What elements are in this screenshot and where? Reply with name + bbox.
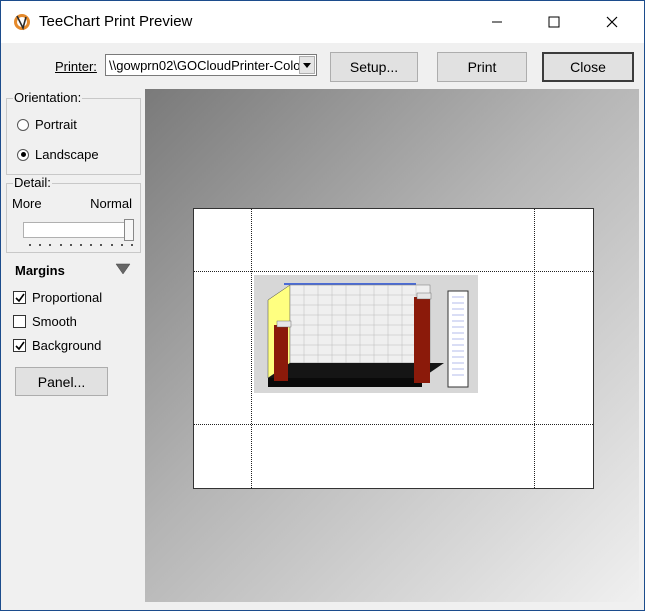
margin-top-line[interactable]: [194, 271, 593, 272]
chart-thumbnail: [254, 275, 478, 393]
panel-button[interactable]: Panel...: [15, 367, 108, 396]
smooth-checkbox[interactable]: Smooth: [13, 314, 77, 329]
print-preview-area[interactable]: [145, 89, 639, 602]
margin-right-line[interactable]: [534, 209, 535, 488]
checkmark-icon: [14, 341, 25, 350]
close-icon: [606, 16, 618, 28]
proportional-checkbox[interactable]: Proportional: [13, 290, 102, 305]
orientation-title: Orientation:: [13, 90, 83, 105]
margin-bottom-line[interactable]: [194, 424, 593, 425]
dropdown-arrow[interactable]: [299, 56, 315, 74]
orientation-group: Orientation: Portrait Landscape: [6, 90, 141, 175]
margin-left-line[interactable]: [251, 209, 252, 488]
collapse-margins-icon[interactable]: [115, 263, 131, 275]
close-button[interactable]: Close: [542, 52, 634, 82]
radio-portrait-control[interactable]: [17, 118, 29, 131]
window-title: TeeChart Print Preview: [39, 13, 193, 30]
setup-button[interactable]: Setup...: [330, 52, 418, 82]
title-bar[interactable]: TeeChart Print Preview: [1, 1, 644, 43]
close-window-button[interactable]: [589, 1, 635, 43]
minimize-icon: [492, 21, 502, 23]
detail-slider-thumb[interactable]: [124, 219, 134, 241]
detail-slider-track[interactable]: [23, 222, 131, 238]
detail-slider-ticks: [29, 244, 133, 247]
maximize-icon: [548, 16, 560, 28]
detail-group: Detail: More Normal: [6, 175, 141, 253]
chevron-down-icon: [303, 62, 311, 68]
detail-title: Detail:: [13, 175, 52, 190]
checkbox-background-control[interactable]: [13, 339, 26, 352]
maximize-button[interactable]: [531, 1, 577, 43]
chart-bar-right: [414, 297, 430, 383]
teechart-app-icon: [14, 14, 30, 31]
printer-select[interactable]: \\gowprn02\GOCloudPrinter-Color: [105, 54, 317, 76]
background-checkbox[interactable]: Background: [13, 338, 101, 353]
print-button[interactable]: Print: [437, 52, 527, 82]
minimize-button[interactable]: [474, 1, 520, 43]
landscape-label: Landscape: [35, 147, 99, 162]
toolbar: Printer: \\gowprn02\GOCloudPrinter-Color…: [1, 43, 644, 89]
chart-bar-left: [274, 325, 288, 381]
radio-selected-dot: [20, 152, 26, 157]
portrait-radio[interactable]: Portrait: [17, 117, 77, 132]
proportional-label: Proportional: [32, 290, 103, 305]
printer-label: Printer:: [55, 59, 97, 74]
radio-landscape-control[interactable]: [17, 148, 29, 161]
paper-page: [193, 208, 594, 489]
chart-floor-front: [268, 378, 422, 387]
background-label: Background: [32, 338, 102, 353]
portrait-label: Portrait: [35, 117, 77, 132]
smooth-label: Smooth: [32, 314, 77, 329]
landscape-radio[interactable]: Landscape: [17, 147, 99, 162]
checkbox-proportional-control[interactable]: [13, 291, 26, 304]
printer-select-value: \\gowprn02\GOCloudPrinter-Color: [109, 58, 299, 73]
options-panel: Orientation: Portrait Landscape Detail: …: [1, 89, 144, 610]
margins-title: Margins: [15, 263, 65, 278]
printer-label-text: Printer:: [55, 59, 97, 74]
checkbox-smooth-control[interactable]: [13, 315, 26, 328]
print-preview-window: TeeChart Print Preview Printer: \\gowprn…: [0, 0, 645, 611]
detail-max-label: Normal: [90, 196, 132, 211]
detail-min-label: More: [12, 196, 42, 211]
checkmark-icon: [14, 293, 25, 302]
chart-title-mark: [284, 283, 416, 285]
